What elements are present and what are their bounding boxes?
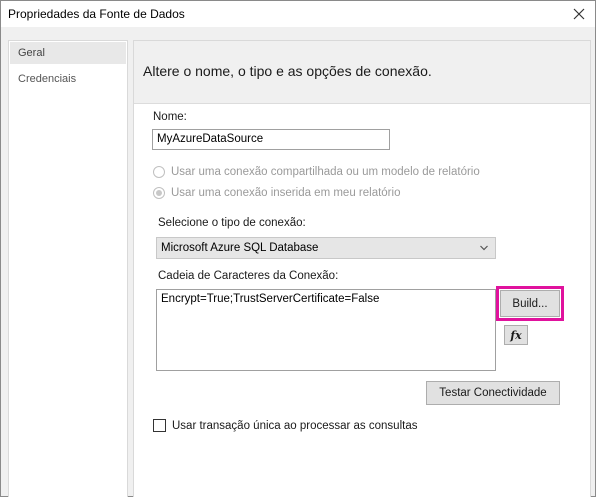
connection-type-value: Microsoft Azure SQL Database (161, 242, 319, 254)
connection-string-label: Cadeia de Caracteres da Conexão: (158, 270, 339, 282)
radio-embedded-connection[interactable]: Usar uma conexão inserida em meu relatór… (153, 187, 400, 199)
page-title: Altere o nome, o tipo e as opções de con… (143, 63, 432, 79)
sidebar-nav: Geral Credenciais (8, 40, 128, 497)
connection-type-label: Selecione o tipo de conexão: (158, 217, 306, 229)
close-icon (573, 8, 585, 20)
expression-button[interactable]: fx (504, 325, 528, 345)
radio-embedded-button[interactable] (153, 187, 165, 199)
content-header: Altere o nome, o tipo e as opções de con… (134, 41, 590, 104)
single-transaction-checkbox[interactable] (153, 419, 166, 432)
sidebar-item-geral[interactable]: Geral (18, 47, 45, 59)
sidebar-item-credenciais[interactable]: Credenciais (18, 73, 76, 85)
connection-string-input[interactable]: Encrypt=True;TrustServerCertificate=Fals… (156, 289, 496, 371)
radio-embedded-label: Usar uma conexão inserida em meu relatór… (171, 187, 401, 199)
dialog-title: Propriedades da Fonte de Dados (8, 7, 185, 21)
name-label: Nome: (153, 111, 187, 123)
radio-shared-label: Usar uma conexão compartilhada ou um mod… (171, 166, 480, 178)
radio-shared-connection[interactable]: Usar uma conexão compartilhada ou um mod… (153, 166, 480, 178)
build-button[interactable]: Build... (500, 290, 560, 317)
single-transaction-option[interactable]: Usar transação única ao processar as con… (153, 419, 417, 432)
dialog-body: Geral Credenciais Altere o nome, o tipo … (1, 27, 595, 497)
radio-shared-button[interactable] (153, 166, 165, 178)
content-panel: Altere o nome, o tipo e as opções de con… (133, 40, 591, 497)
data-source-properties-dialog: Propriedades da Fonte de Dados Geral Cre… (0, 0, 596, 497)
title-bar: Propriedades da Fonte de Dados (1, 1, 595, 27)
connection-type-select[interactable]: Microsoft Azure SQL Database (156, 237, 496, 259)
fx-icon: fx (510, 328, 522, 342)
single-transaction-label: Usar transação única ao processar as con… (172, 419, 418, 432)
close-button[interactable] (567, 3, 591, 25)
name-input[interactable]: MyAzureDataSource (152, 129, 390, 150)
chevron-down-icon (479, 243, 489, 256)
test-connection-button[interactable]: Testar Conectividade (426, 381, 560, 405)
